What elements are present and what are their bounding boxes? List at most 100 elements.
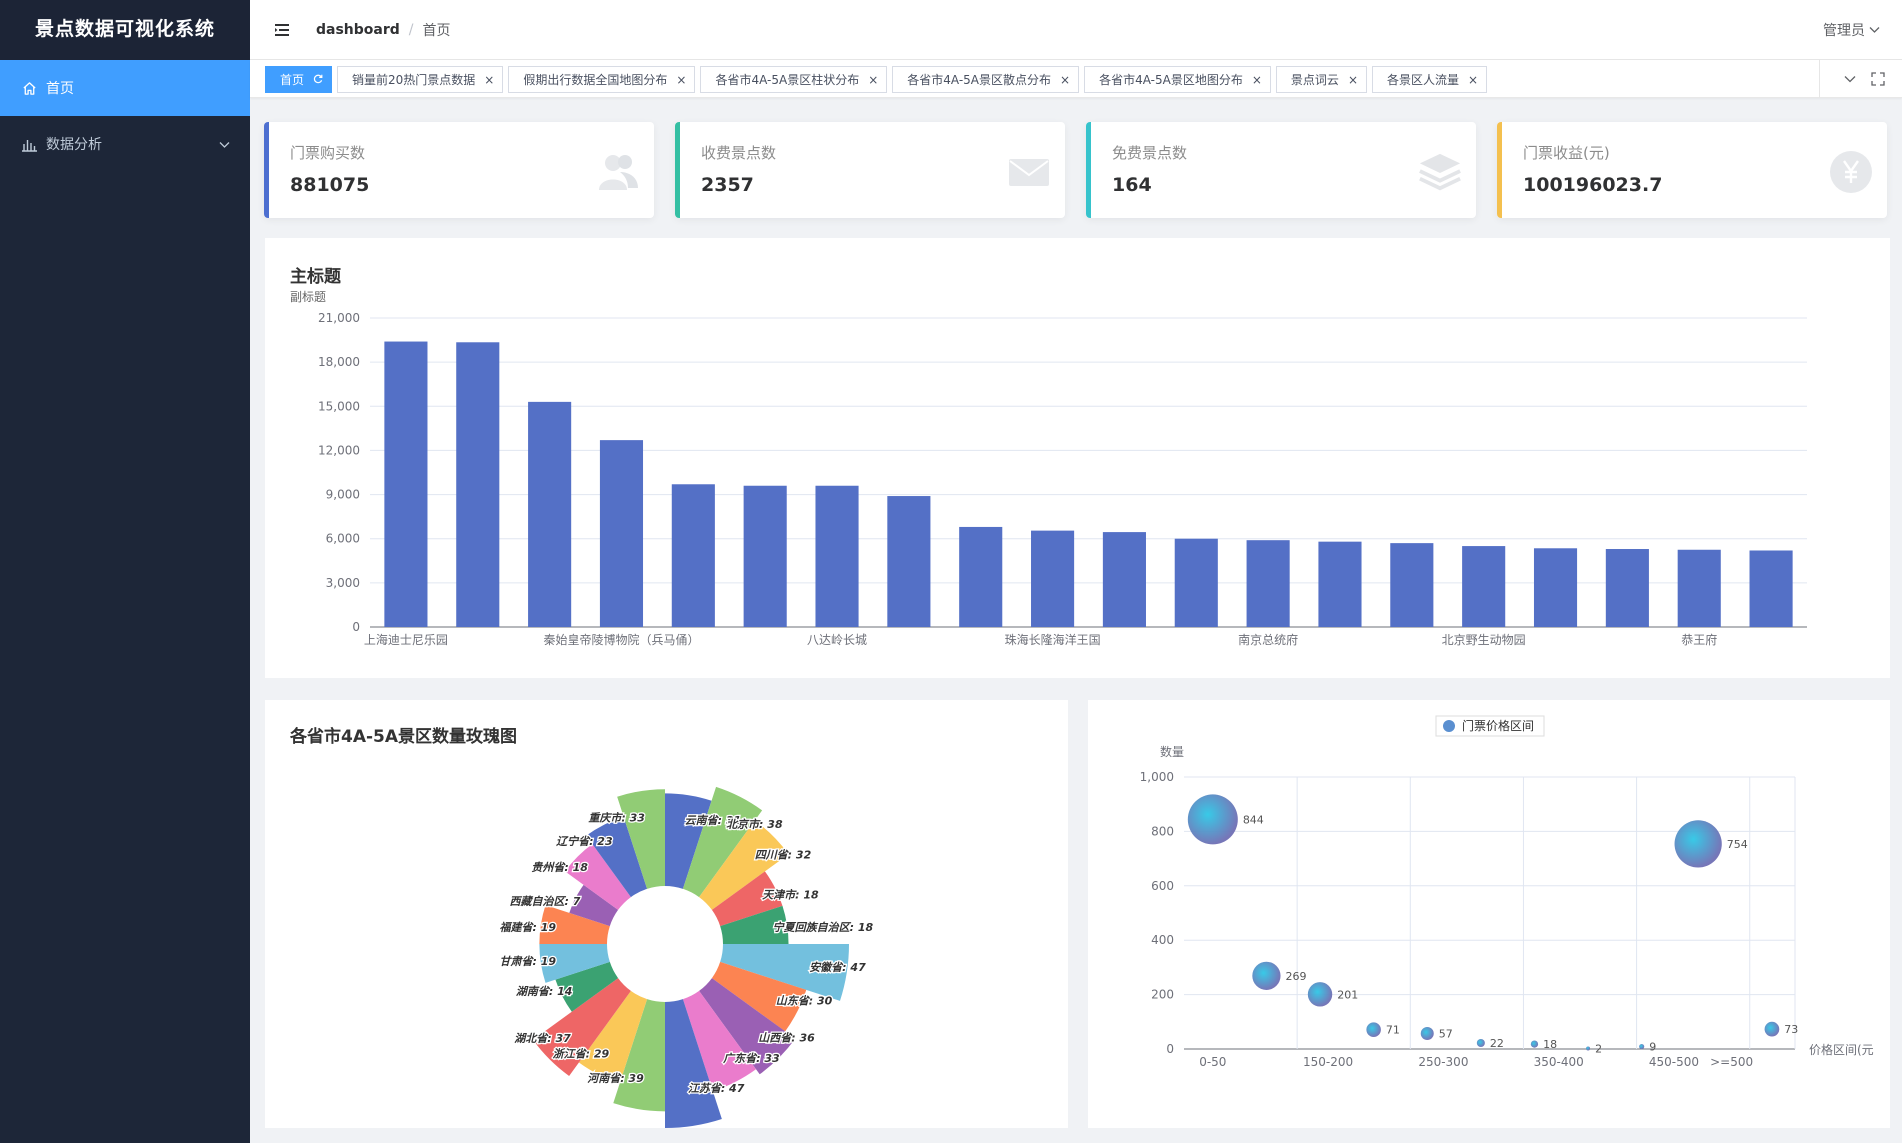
tag-label: 销量前20热门景点数据: [352, 73, 476, 87]
data-bubble: [1476, 1038, 1485, 1048]
close-icon[interactable]: ×: [868, 73, 878, 87]
stat-card-ticket-revenue: 门票收益(元) 100196023.7: [1497, 122, 1887, 218]
slice-label: 贵州省: 18: [531, 861, 588, 874]
refresh-icon[interactable]: [313, 73, 323, 87]
bar: [887, 496, 931, 627]
tag-label: 景点词云: [1290, 73, 1339, 87]
user-menu[interactable]: 管理员: [1823, 20, 1880, 40]
hamburger-icon[interactable]: [272, 20, 292, 40]
sidebar-item-home[interactable]: 首页: [0, 60, 250, 116]
sidebar-item-analysis[interactable]: 数据分析: [0, 116, 250, 172]
y-tick-label: 6,000: [326, 532, 360, 546]
tag-wordcloud[interactable]: 景点词云 ×: [1275, 66, 1367, 93]
breadcrumb-item-home: 首页: [422, 22, 451, 39]
tag-province-bar[interactable]: 各省市4A-5A景区柱状分布 ×: [700, 66, 888, 93]
close-icon[interactable]: ×: [1468, 73, 1478, 87]
bar: [1390, 543, 1434, 627]
close-icon[interactable]: ×: [1348, 73, 1358, 87]
x-tick-label: 珠海长隆海洋王国: [1005, 632, 1101, 647]
bar: [1605, 549, 1649, 627]
data-label: 71: [1386, 1024, 1400, 1037]
bar: [528, 401, 572, 627]
tag-province-map[interactable]: 各省市4A-5A景区地图分布 ×: [1084, 66, 1271, 93]
tag-label: 各景区人流量: [1387, 73, 1460, 87]
x-tick-label: 0-50: [1199, 1055, 1226, 1069]
bar: [1318, 541, 1362, 627]
y-tick-label: 18,000: [318, 355, 360, 369]
slice-label: 安徽省: 47: [809, 961, 866, 974]
tag-visitor-flow[interactable]: 各景区人流量 ×: [1372, 66, 1488, 93]
card-value: 100196023.7: [1523, 174, 1663, 196]
data-bubble: [1586, 1046, 1591, 1051]
stat-card-ticket-purchases: 门票购买数 881075: [264, 122, 654, 218]
data-label: 754: [1727, 838, 1748, 851]
y-tick-label: 0: [352, 620, 360, 634]
data-bubble: [1674, 820, 1722, 868]
card-accent: [1086, 122, 1091, 218]
data-label: 57: [1439, 1027, 1453, 1040]
data-label: 201: [1337, 988, 1358, 1001]
close-icon[interactable]: ×: [676, 73, 686, 87]
data-label: 22: [1490, 1037, 1504, 1050]
y-tick-label: 3,000: [326, 576, 360, 590]
x-tick-label: 八达岭长城: [807, 633, 867, 647]
home-icon: [20, 79, 38, 97]
x-axis-title: 价格区间(元: [1809, 1042, 1874, 1057]
chevron-down-icon[interactable]: [1840, 69, 1860, 89]
sidebar-item-label: 首页: [46, 81, 74, 97]
tag-top20-sales[interactable]: 销量前20热门景点数据 ×: [337, 66, 504, 93]
stat-card-free-spots: 免费景点数 164: [1086, 122, 1476, 218]
x-tick-label: 150-200: [1303, 1055, 1353, 1069]
x-tick-label: 南京总统府: [1238, 632, 1298, 647]
bar: [1533, 548, 1578, 627]
tag-label: 各省市4A-5A景区散点分布: [907, 73, 1052, 87]
bar: [1749, 550, 1793, 627]
data-bubble: [1420, 1026, 1434, 1040]
chevron-down-icon: [219, 137, 230, 153]
tag-label: 首页: [280, 73, 305, 87]
card-value: 2357: [701, 174, 754, 196]
bar: [384, 341, 428, 627]
card-accent: [1497, 122, 1502, 218]
y-tick-label: 0: [1166, 1042, 1174, 1056]
navbar: dashboard / 首页 管理员: [250, 0, 1902, 60]
slice-label: 辽宁省: 23: [556, 835, 613, 848]
slice-label: 四川省: 32: [755, 848, 812, 861]
data-label: 73: [1784, 1023, 1798, 1036]
rose-chart: 云南省: 31北京市: 38四川省: 32天津市: 18宁夏回族自治区: 18安…: [498, 786, 875, 1128]
x-tick-label: 350-400: [1534, 1055, 1584, 1069]
y-tick-label: 400: [1151, 933, 1174, 947]
slice-label: 浙江省: 29: [553, 1048, 610, 1061]
bar: [1102, 532, 1146, 627]
breadcrumb-separator: /: [408, 21, 414, 38]
data-bubble: [1366, 1022, 1381, 1037]
y-axis-title: 数量: [1160, 744, 1184, 759]
bar: [1462, 546, 1506, 627]
sidebar: 景点数据可视化系统 首页 数据分析: [0, 0, 250, 1143]
tag-home[interactable]: 首页: [265, 66, 333, 93]
bar-chart: 0 3,000 6,000 9,000 12,000 15,000 18,000 21,000…: [318, 311, 1807, 647]
data-bubble: [1187, 794, 1238, 845]
slice-label: 西藏自治区: 7: [510, 895, 581, 908]
card-label: 门票收益(元): [1523, 144, 1610, 162]
data-bubble: [1307, 982, 1333, 1007]
x-tick-label: 450-500: [1649, 1055, 1699, 1069]
y-tick-label: 1,000: [1140, 770, 1174, 784]
scatter-chart: 门票价格区间数量 0 200 400 600 800 1,000 0-50 150-200 250…: [1140, 715, 1874, 1069]
data-bubble: [1252, 961, 1281, 990]
close-icon[interactable]: ×: [484, 73, 494, 87]
close-icon[interactable]: ×: [1060, 73, 1070, 87]
data-label: 2: [1595, 1042, 1602, 1055]
close-icon[interactable]: ×: [1252, 73, 1262, 87]
app-title: 景点数据可视化系统: [0, 0, 250, 60]
rose-chart-panel: 各省市4A-5A景区数量玫瑰图 云南省: 31 北京市: 38 四川省: 32 天津市…: [265, 700, 1068, 1128]
breadcrumb-item-dashboard[interactable]: dashboard: [316, 22, 400, 38]
slice-label: 甘肃省: 19: [500, 955, 557, 968]
tag-holiday-map[interactable]: 假期出行数据全国地图分布 ×: [508, 66, 696, 93]
bar: [1031, 530, 1075, 627]
x-tick-label: 恭王府: [1681, 632, 1717, 647]
tag-province-scatter[interactable]: 各省市4A-5A景区散点分布 ×: [892, 66, 1080, 93]
data-bubble: [1530, 1040, 1539, 1048]
y-tick-label: 800: [1151, 824, 1174, 838]
fullscreen-icon[interactable]: [1868, 69, 1888, 89]
